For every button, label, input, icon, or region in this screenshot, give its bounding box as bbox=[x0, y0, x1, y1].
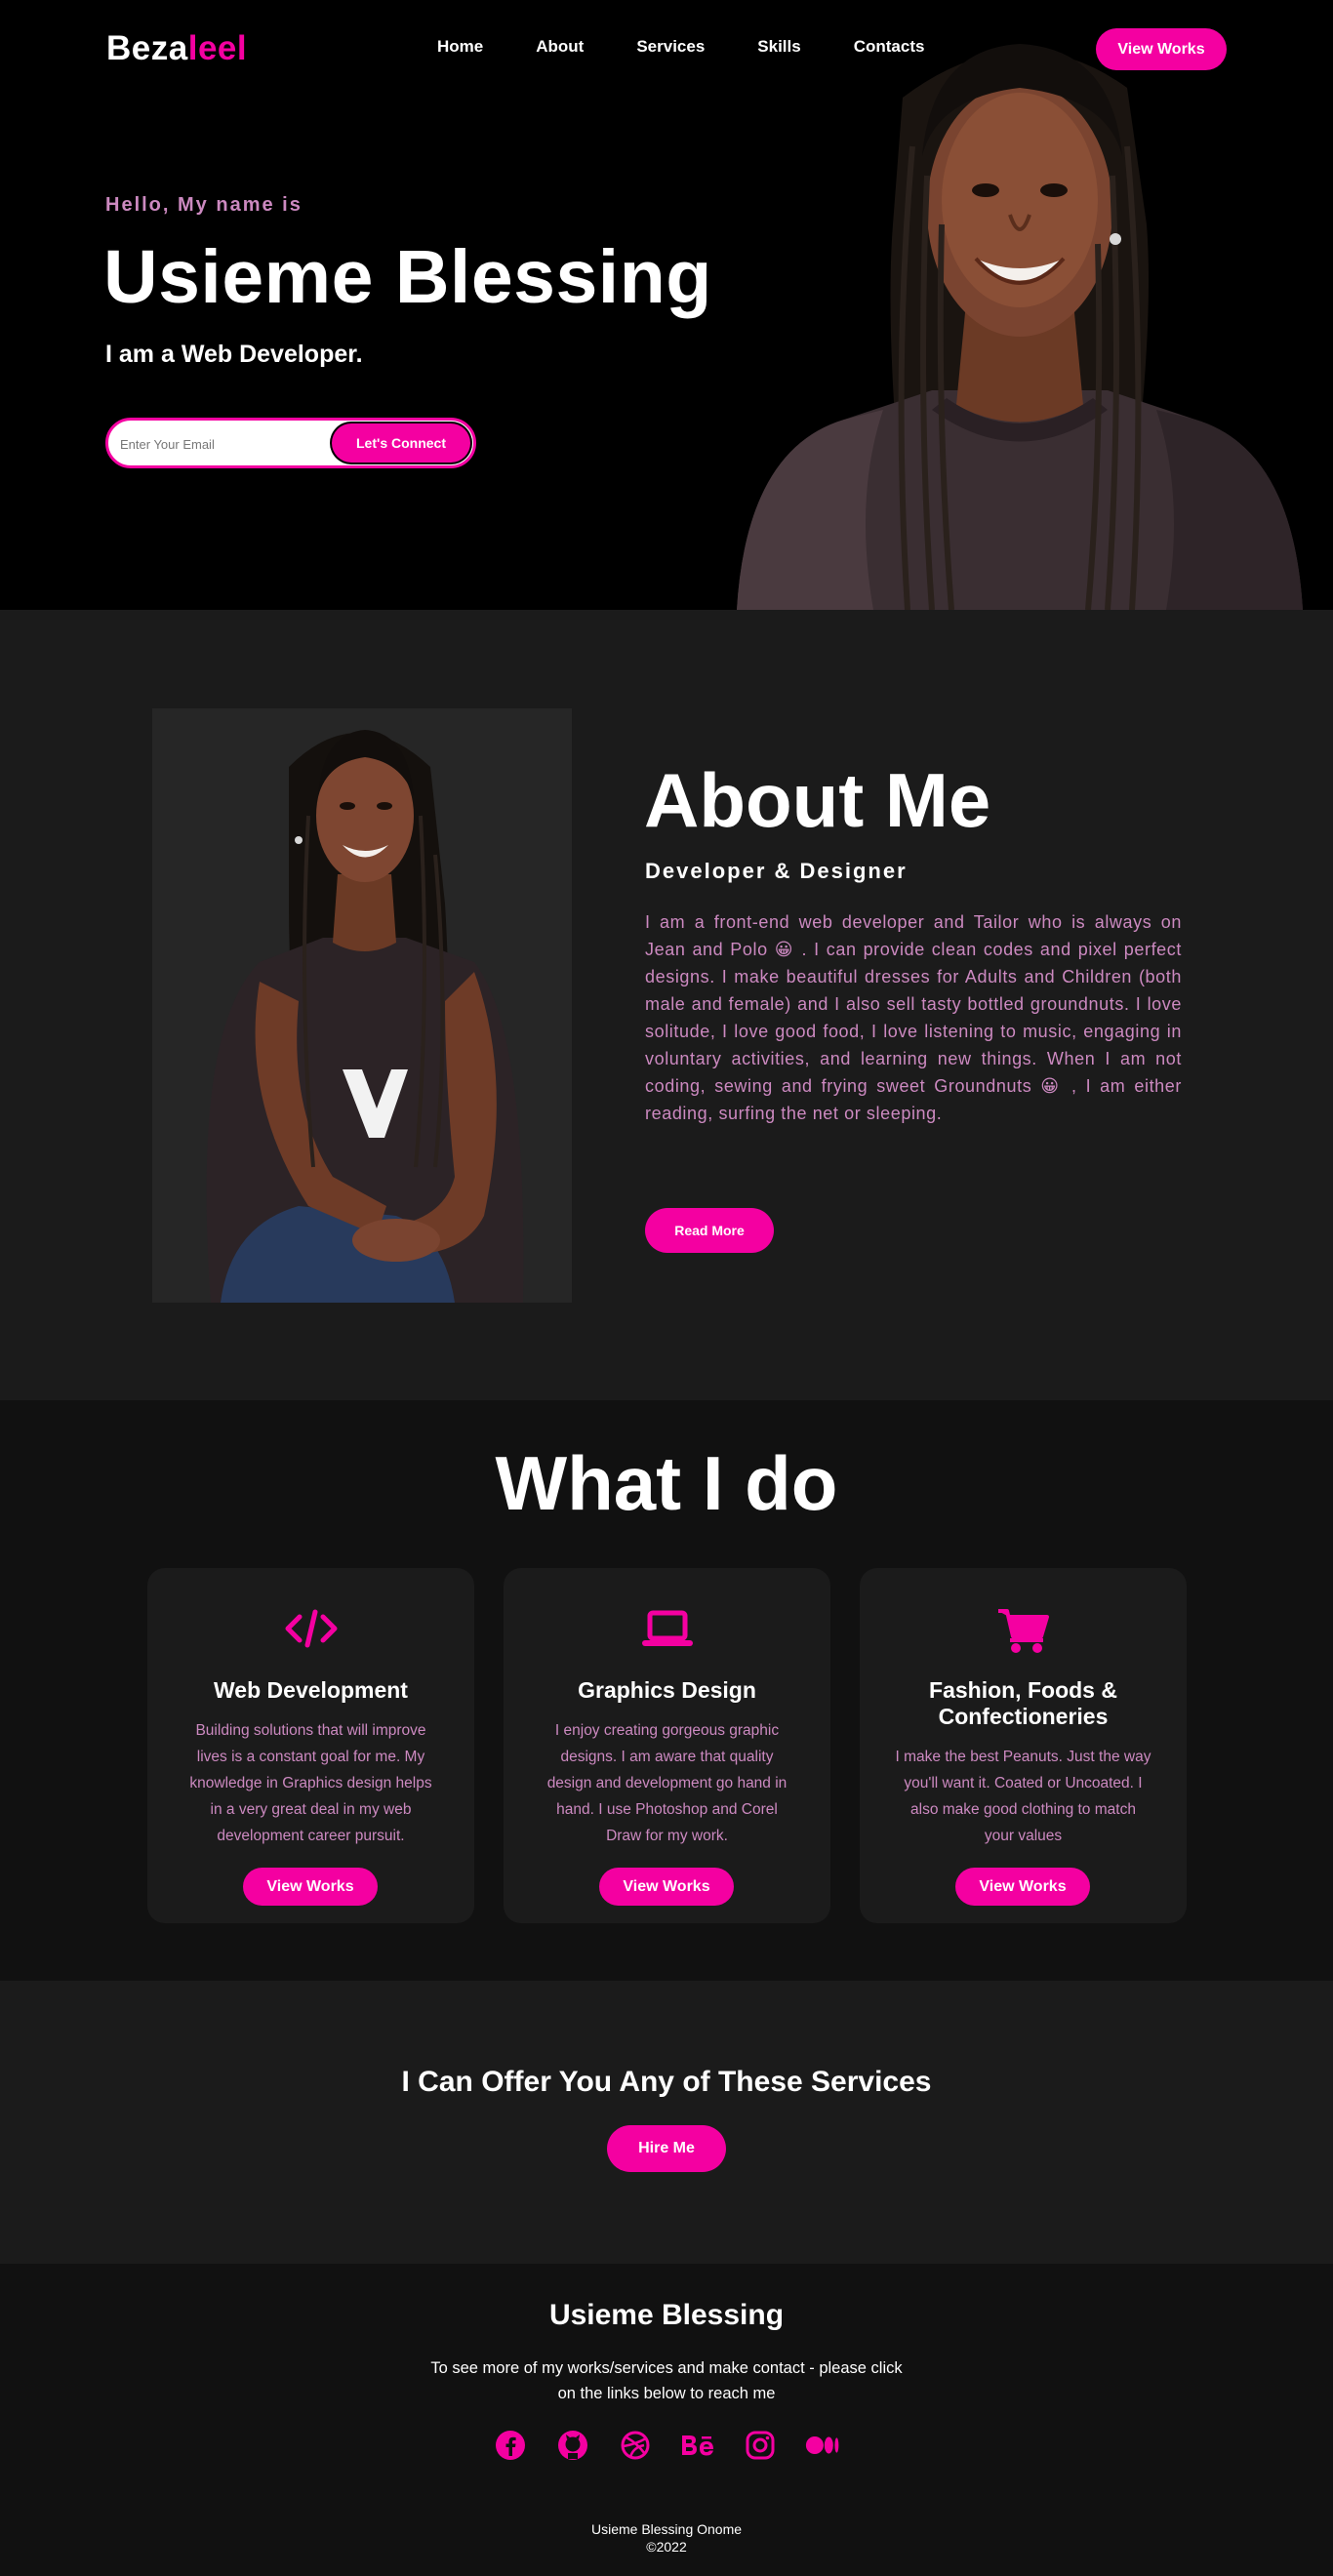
nav-home[interactable]: Home bbox=[437, 37, 483, 57]
copyright-year: ©2022 bbox=[646, 2539, 687, 2555]
medium-icon[interactable] bbox=[805, 2428, 840, 2463]
about-portrait-image bbox=[152, 708, 572, 1303]
about-section: About Me Developer & Designer I am a fro… bbox=[0, 610, 1333, 1400]
card-title: Web Development bbox=[214, 1677, 408, 1703]
github-icon[interactable] bbox=[555, 2428, 590, 2463]
view-works-button[interactable]: View Works bbox=[599, 1868, 734, 1906]
facebook-icon[interactable] bbox=[493, 2428, 528, 2463]
service-card-web-development: Web Development Building solutions that … bbox=[147, 1568, 474, 1923]
about-subtitle: Developer & Designer bbox=[645, 859, 908, 883]
dribbble-icon[interactable] bbox=[618, 2428, 653, 2463]
footer: Usieme Blessing To see more of my works/… bbox=[0, 2264, 1333, 2576]
footer-name: Usieme Blessing bbox=[548, 2299, 785, 2331]
hero-portrait-image bbox=[737, 44, 1303, 610]
read-more-button[interactable]: Read More bbox=[645, 1208, 774, 1253]
behance-icon[interactable] bbox=[680, 2428, 715, 2463]
logo-second: leel bbox=[187, 29, 248, 67]
footer-text: To see more of my works/services and mak… bbox=[430, 2359, 903, 2402]
social-links bbox=[0, 2428, 1333, 2463]
copyright-name: Usieme Blessing Onome bbox=[590, 2521, 743, 2537]
email-signup-form: Let's Connect bbox=[105, 418, 476, 468]
view-works-header-button[interactable]: View Works bbox=[1096, 28, 1227, 70]
laptop-icon bbox=[641, 1610, 693, 1646]
hero-role: I am a Web Developer. bbox=[105, 341, 363, 368]
view-works-button[interactable]: View Works bbox=[243, 1868, 378, 1906]
service-card-graphics-design: Graphics Design I enjoy creating gorgeou… bbox=[504, 1568, 830, 1923]
offer-section: I Can Offer You Any of These Services Hi… bbox=[0, 1981, 1333, 2264]
hero-name: Usieme Blessing bbox=[103, 235, 712, 319]
lets-connect-button[interactable]: Let's Connect bbox=[332, 423, 470, 463]
card-text: Building solutions that will improve liv… bbox=[189, 1722, 432, 1844]
card-title: Fashion, Foods & Confectioneries bbox=[929, 1677, 1117, 1729]
about-description: I am a front-end web developer and Tailo… bbox=[645, 912, 1182, 1123]
about-photo bbox=[152, 708, 572, 1303]
about-title: About Me bbox=[644, 757, 991, 843]
service-card-fashion-foods: Fashion, Foods & Confectioneries I make … bbox=[860, 1568, 1187, 1923]
cart-icon bbox=[997, 1609, 1049, 1653]
email-input[interactable] bbox=[120, 432, 315, 456]
offer-title: I Can Offer You Any of These Services bbox=[401, 2066, 932, 2098]
nav-services[interactable]: Services bbox=[636, 37, 705, 57]
hero-greeting: Hello, My name is bbox=[105, 194, 303, 216]
logo[interactable]: Bezaleel bbox=[106, 29, 247, 68]
copyright: Usieme Blessing Onome ©2022 bbox=[0, 2520, 1333, 2556]
hero-section: Bezaleel Home About Services Skills Cont… bbox=[0, 0, 1333, 610]
view-works-button[interactable]: View Works bbox=[955, 1868, 1090, 1906]
hire-me-button[interactable]: Hire Me bbox=[607, 2125, 726, 2172]
nav-about[interactable]: About bbox=[536, 37, 584, 57]
card-text: I make the best Peanuts. Just the way yo… bbox=[895, 1749, 1151, 1844]
what-i-do-title: What I do bbox=[495, 1440, 838, 1526]
card-text: I enjoy creating gorgeous graphic design… bbox=[546, 1722, 788, 1844]
card-title: Graphics Design bbox=[578, 1677, 756, 1703]
what-i-do-section: What I do Web Development Building solut… bbox=[0, 1400, 1333, 1981]
code-icon bbox=[285, 1609, 337, 1648]
instagram-icon[interactable] bbox=[743, 2428, 778, 2463]
logo-first: Beza bbox=[106, 29, 188, 67]
